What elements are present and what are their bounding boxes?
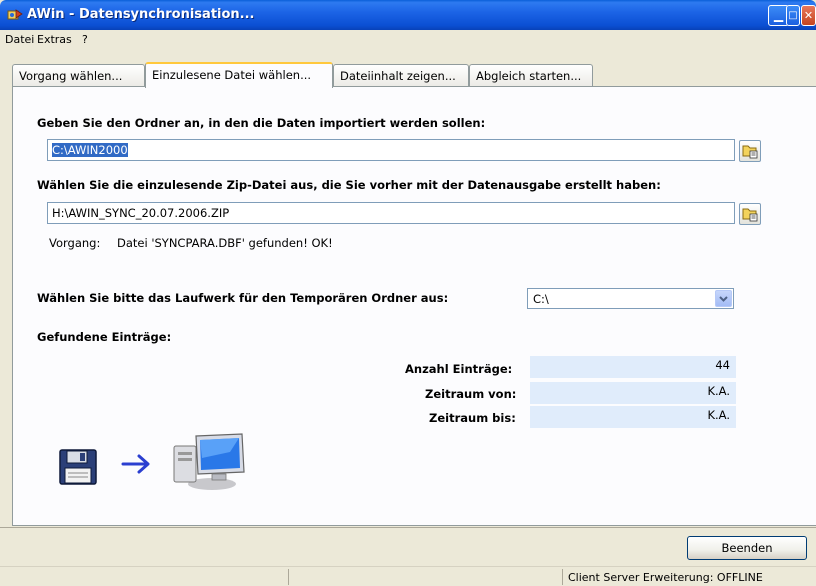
menu-extras[interactable]: Extras — [37, 33, 72, 46]
folder-label: Geben Sie den Ordner an, in den die Date… — [37, 116, 486, 130]
zip-input-value: H:\AWIN_SYNC_20.07.2006.ZIP — [52, 206, 230, 220]
window-title: AWin - Datensynchronisation... — [27, 7, 255, 22]
menu-bar: Datei Extras ? — [0, 30, 816, 50]
from-label: Zeitraum von: — [425, 387, 517, 401]
tab-dateiinhalt-zeigen[interactable]: Dateiinhalt zeigen... — [333, 64, 469, 86]
folder-browse-button[interactable] — [739, 140, 761, 162]
menu-help[interactable]: ? — [82, 33, 88, 46]
to-field: K.A. — [530, 406, 736, 428]
process-status-label: Vorgang: — [49, 236, 101, 250]
drive-label: Wählen Sie bitte das Laufwerk für den Te… — [37, 291, 449, 305]
zip-input[interactable]: H:\AWIN_SYNC_20.07.2006.ZIP — [47, 202, 735, 224]
footer-divider — [0, 527, 816, 528]
maximize-button[interactable]: □ — [786, 5, 800, 26]
app-window: AWin - Datensynchronisation... ▁ □ ✕ Dat… — [0, 0, 816, 586]
folder-input[interactable]: C:\AWIN2000 — [47, 139, 735, 161]
chevron-down-icon — [719, 296, 728, 302]
to-label: Zeitraum bis: — [429, 411, 516, 425]
status-bar: Client Server Erweiterung: OFFLINE — [0, 566, 816, 586]
zip-label: Wählen Sie die einzulesende Zip-Datei au… — [37, 178, 661, 192]
process-status-text: Datei 'SYNCPARA.DBF' gefunden! OK! — [117, 236, 333, 250]
tab-vorgang-waehlen[interactable]: Vorgang wählen... — [12, 64, 145, 86]
zip-browse-button[interactable] — [739, 203, 761, 225]
folder-browse-icon — [742, 145, 758, 159]
folder-input-value: C:\AWIN2000 — [52, 143, 128, 157]
maximize-icon: □ — [788, 10, 798, 21]
floppy-disk-icon — [59, 449, 97, 485]
connection-status: Client Server Erweiterung: OFFLINE — [568, 571, 763, 584]
close-icon: ✕ — [803, 9, 814, 22]
status-separator — [562, 569, 563, 585]
beenden-button[interactable]: Beenden — [687, 536, 807, 560]
app-icon — [7, 9, 23, 20]
menu-datei[interactable]: Datei — [5, 33, 34, 46]
count-field: 44 — [530, 356, 736, 378]
close-window-button[interactable]: ✕ — [801, 5, 816, 26]
drive-select-dropdown[interactable] — [715, 290, 732, 307]
status-separator — [288, 569, 289, 585]
title-bar[interactable]: AWin - Datensynchronisation... ▁ □ ✕ — [0, 0, 816, 30]
drive-select[interactable]: C:\ — [527, 288, 734, 309]
tab-abgleich-starten[interactable]: Abgleich starten... — [469, 64, 593, 86]
tab-datei-waehlen[interactable]: Einzulesene Datei wählen... — [145, 62, 333, 88]
drive-select-value: C:\ — [533, 292, 549, 306]
count-label: Anzahl Einträge: — [405, 362, 513, 376]
folder-browse-icon — [742, 208, 758, 222]
computer-icon — [173, 433, 245, 490]
from-field: K.A. — [530, 382, 736, 404]
found-heading: Gefundene Einträge: — [37, 330, 172, 344]
arrow-right-icon — [121, 454, 150, 474]
